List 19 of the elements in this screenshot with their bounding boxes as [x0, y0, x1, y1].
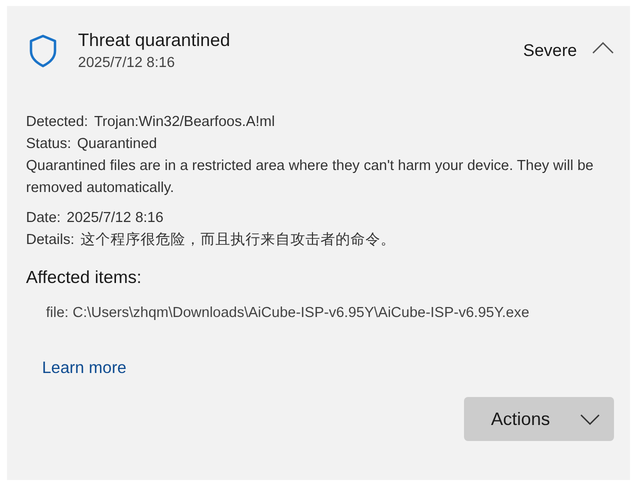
chevron-down-icon [580, 414, 600, 424]
field-value: Trojan:Win32/Bearfoos.A!ml [94, 113, 275, 132]
field-value: 2025/7/12 8:16 [66, 209, 164, 228]
actions-button[interactable]: Actions [464, 397, 614, 441]
learn-more-link[interactable]: Learn more [42, 359, 126, 378]
field-value: Quarantined [77, 135, 157, 154]
affected-items-heading: Affected items: [26, 267, 142, 288]
quarantine-note: Quarantined files are in a restricted area where they can't harm your device. They will be removed automatically. [26, 157, 594, 198]
field-label: Detected: [26, 113, 88, 132]
chevron-icon[interactable] [592, 42, 614, 54]
field-label: Date: [26, 209, 61, 228]
severity-label: Severe [523, 41, 577, 61]
threat-timestamp: 2025/7/12 8:16 [78, 55, 176, 71]
threat-title: Threat quarantined [78, 30, 232, 51]
field-label: Status: [26, 135, 72, 154]
field-label: Details: [26, 231, 74, 250]
shield-icon [28, 34, 58, 68]
field-value: 这个程序很危险，而且执行来自攻击者的命令。 [80, 231, 396, 250]
file-path: file: C:\Users\zhqm\Downloads\AiCube-ISP-v6.95Y\AiCube-ISP-v6.95Y.exe [46, 305, 530, 321]
